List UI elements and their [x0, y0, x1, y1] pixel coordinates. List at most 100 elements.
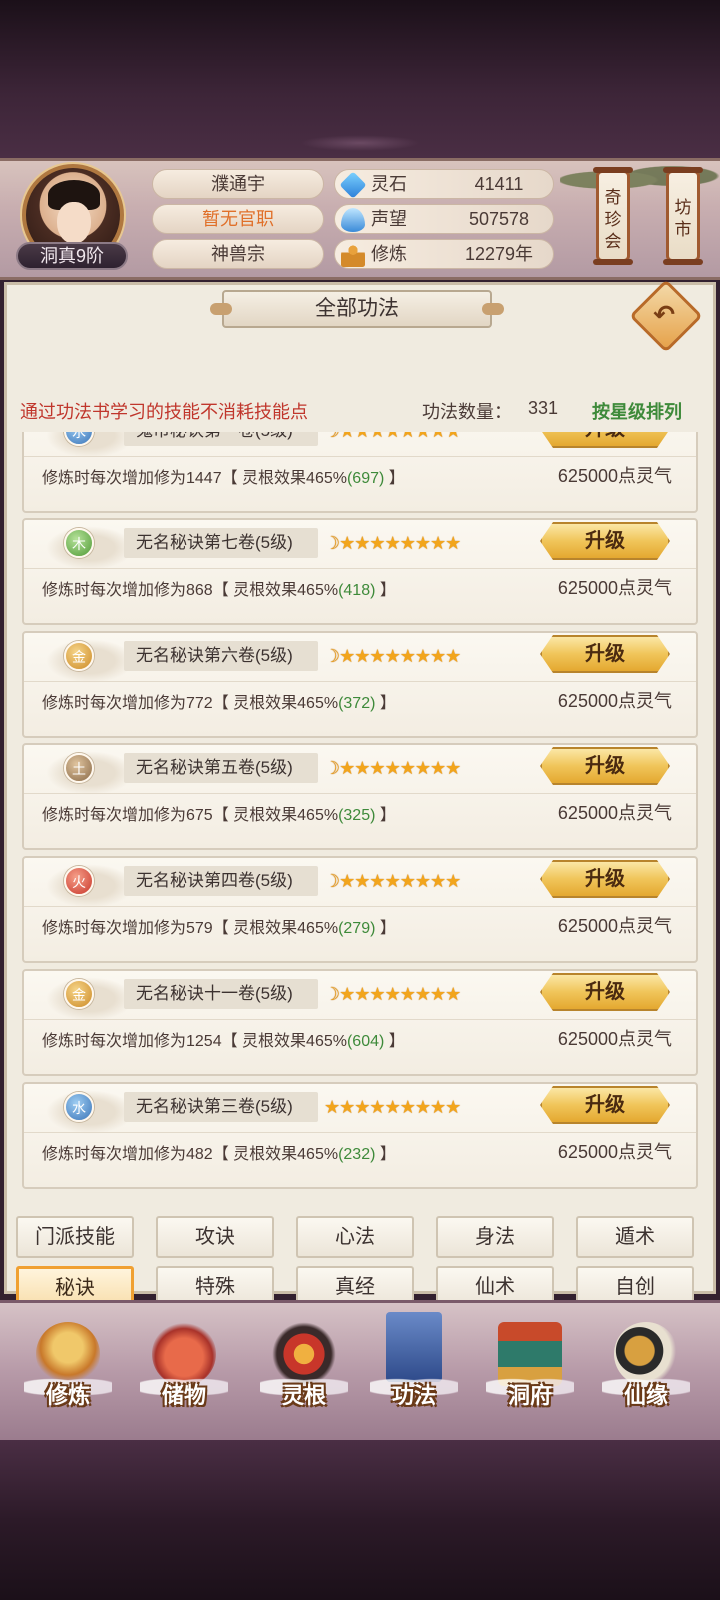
bonus-value: (418) — [338, 582, 376, 599]
skill-name: 无名秘诀十一卷(5级) — [124, 979, 318, 1009]
skill-card: 水无名秘诀第三卷(5级) ★★★★★★★★★ 升级修炼时每次增加修为482【 灵根效… — [22, 1082, 698, 1189]
upgrade-button[interactable]: 升级 — [540, 635, 670, 673]
moon-icon: ☽ — [324, 871, 340, 891]
moon-icon: ☽ — [324, 758, 340, 778]
description-text: 修炼时每次增加修为868【 灵根效果465% — [42, 582, 339, 599]
description-close: 】 — [375, 807, 396, 824]
description-close: 】 — [384, 1033, 405, 1050]
skill-description: 修炼时每次增加修为482【 灵根效果465%(232) 】 — [42, 1140, 396, 1164]
skill-stars: ★★★★★★★★★ — [324, 1092, 461, 1122]
upgrade-cost: 625000点灵气 — [557, 466, 672, 486]
skill-name: 无名秘诀第五卷(5级) — [124, 753, 318, 783]
star-icon: ★ — [384, 1097, 401, 1117]
star-icon: ★ — [414, 758, 431, 778]
official-title: 暂无官职 — [152, 204, 324, 234]
star-icon: ★ — [369, 1097, 385, 1117]
star-icon: ★ — [354, 984, 370, 1004]
top-ornament — [300, 135, 420, 151]
upgrade-button[interactable]: 升级 — [540, 860, 670, 898]
star-icon: ★ — [399, 646, 416, 666]
star-icon: ★ — [445, 1097, 461, 1117]
skill-description: 修炼时每次增加修为868【 灵根效果465%(418) 】 — [42, 576, 396, 600]
star-icon: ★ — [429, 871, 446, 891]
star-icon: ★ — [414, 871, 431, 891]
bonus-value: (279) — [338, 920, 376, 937]
star-icon: ★ — [354, 432, 370, 441]
upgrade-cost: 625000点灵气 — [557, 803, 672, 823]
treasure-fair-button[interactable]: 奇珍会 — [593, 167, 633, 265]
star-icon: ★ — [445, 984, 461, 1004]
skill-description: 修炼时每次增加修为579【 灵根效果465%(279) 】 — [42, 914, 396, 938]
star-icon: ★ — [384, 758, 401, 778]
sort-by-stars-button[interactable]: 按星级排列 — [592, 398, 682, 424]
description-close: 】 — [375, 920, 396, 937]
moon-icon: ☽ — [324, 533, 340, 553]
star-icon: ★ — [339, 871, 355, 891]
star-icon: ★ — [354, 758, 370, 778]
star-icon: ★ — [369, 646, 385, 666]
star-icon: ★ — [445, 533, 461, 553]
skill-name: 无名秘诀第四卷(5级) — [124, 866, 318, 896]
star-icon: ★ — [369, 533, 385, 553]
market-button[interactable]: 坊市 — [663, 167, 703, 265]
nav-storage-bag[interactable]: 储物 — [134, 1310, 234, 1438]
nav-label: 洞府 — [507, 1383, 552, 1408]
card-divider — [24, 568, 696, 569]
tab-0[interactable]: 门派技能 — [16, 1216, 134, 1258]
description-text: 修炼时每次增加修为675【 灵根效果465% — [42, 807, 339, 824]
element-icon: 水 — [64, 1092, 94, 1122]
star-icon: ★ — [354, 871, 370, 891]
upgrade-button[interactable]: 升级 — [540, 1086, 670, 1124]
skill-name: 鬼市秘诀第一卷(5级) — [124, 432, 318, 446]
skill-description: 修炼时每次增加修为772【 灵根效果465%(372) 】 — [42, 689, 396, 713]
star-icon: ★ — [369, 432, 385, 441]
upgrade-button[interactable]: 升级 — [540, 522, 670, 560]
skill-description: 修炼时每次增加修为1447【 灵根效果465%(697) 】 — [42, 464, 405, 488]
skill-list[interactable]: 水鬼市秘诀第一卷(5级)☽★★★★★★★★升级修炼时每次增加修为1447【 灵根… — [22, 432, 698, 1200]
skill-stars: ☽★★★★★★★★ — [324, 528, 461, 558]
nav-cultivate[interactable]: 修炼 — [18, 1310, 118, 1438]
bonus-value: (325) — [338, 807, 376, 824]
star-icon: ★ — [339, 432, 355, 441]
tab-2[interactable]: 心法 — [296, 1216, 414, 1258]
upgrade-cost: 625000点灵气 — [557, 691, 672, 711]
skill-notice: 通过功法书学习的技能不消耗技能点 — [20, 402, 308, 422]
star-icon: ★ — [339, 984, 355, 1004]
star-icon: ★ — [445, 758, 461, 778]
skill-description: 修炼时每次增加修为1254【 灵根效果465%(604) 】 — [42, 1027, 405, 1051]
upgrade-cost: 625000点灵气 — [557, 1142, 672, 1162]
upgrade-button[interactable]: 升级 — [540, 973, 670, 1011]
star-icon: ★ — [385, 432, 401, 441]
description-close: 】 — [375, 695, 396, 712]
nav-skill-book[interactable]: 功法 — [364, 1310, 464, 1438]
skill-name: 无名秘诀第六卷(5级) — [124, 641, 318, 671]
bottom-background — [0, 1440, 720, 1600]
card-divider — [24, 1132, 696, 1133]
upgrade-cost: 625000点灵气 — [557, 916, 672, 936]
upgrade-button[interactable]: 升级 — [540, 747, 670, 785]
reputation-icon — [341, 208, 365, 232]
nav-cave-dwelling[interactable]: 洞府 — [480, 1310, 580, 1438]
nav-spirit-root[interactable]: 灵根 — [254, 1310, 354, 1438]
upgrade-button[interactable]: 升级 — [540, 432, 670, 448]
element-icon: 金 — [64, 641, 94, 671]
tab-3[interactable]: 身法 — [436, 1216, 554, 1258]
star-icon: ★ — [399, 533, 416, 553]
skill-stars: ☽★★★★★★★★ — [324, 641, 461, 671]
star-icon: ★ — [369, 758, 385, 778]
star-icon: ★ — [354, 646, 370, 666]
tab-1[interactable]: 攻诀 — [156, 1216, 274, 1258]
star-icon: ★ — [399, 758, 416, 778]
skill-description: 修炼时每次增加修为675【 灵根效果465%(325) 】 — [42, 801, 396, 825]
nav-immortal-fate[interactable]: 仙缘 — [596, 1310, 696, 1438]
star-icon: ★ — [354, 1097, 370, 1117]
tab-4[interactable]: 遁术 — [576, 1216, 694, 1258]
nav-label: 灵根 — [281, 1383, 326, 1408]
skill-name: 无名秘诀第三卷(5级) — [124, 1092, 318, 1122]
sect-name: 神兽宗 — [152, 239, 324, 269]
star-icon: ★ — [399, 871, 416, 891]
skill-card: 土无名秘诀第五卷(5级) ☽★★★★★★★★ 升级 修炼时每次增加修为675【 灵根效… — [22, 743, 698, 850]
description-text: 修炼时每次增加修为1447【 灵根效果465% — [42, 470, 347, 487]
resource-label: 修炼 — [371, 244, 407, 264]
card-divider — [24, 793, 696, 794]
